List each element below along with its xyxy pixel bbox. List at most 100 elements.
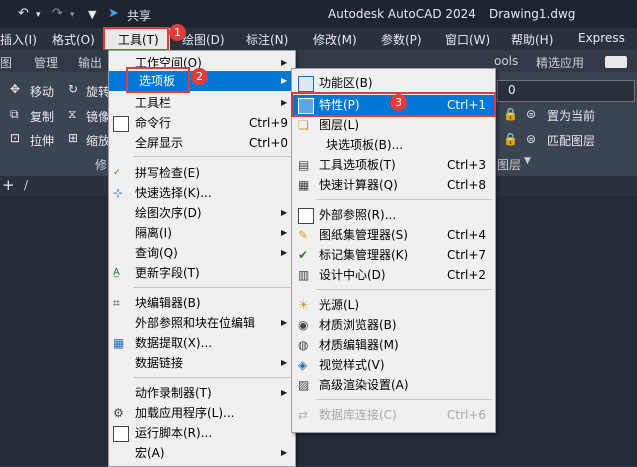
step-badge-1: 1 xyxy=(169,24,186,41)
menu-item-inquiry[interactable]: 查询(Q) ▶ xyxy=(109,243,295,263)
menu-item-data-extraction[interactable]: ▦ 数据提取(X)... xyxy=(109,333,295,353)
rotate-label[interactable]: 旋转 xyxy=(86,83,110,100)
submenu-item-markup-set-manager[interactable]: ✔ 标记集管理器(K) Ctrl+7 xyxy=(292,245,495,265)
move-label[interactable]: 移动 xyxy=(30,83,54,100)
ribbon-tab-tools[interactable]: ools xyxy=(494,54,518,68)
scale-icon[interactable]: ⊞ xyxy=(68,131,78,145)
menu-item-draw-order[interactable]: 绘图次序(D) ▶ xyxy=(109,203,295,223)
ribbon-tab-featured-apps[interactable]: 精选应用 xyxy=(536,54,584,71)
submenu-item-blocks-palette[interactable]: 块选项板(B)... xyxy=(292,135,495,155)
tool-palettes-icon: ▤ xyxy=(298,158,310,172)
mirror-label[interactable]: 镜像 xyxy=(86,108,110,125)
match-layer-label[interactable]: 匹配图层 xyxy=(547,132,595,149)
layer-panel-expand-icon[interactable]: ▼ xyxy=(524,156,531,166)
submenu-item-db-connect-label: 数据库连接(C) xyxy=(319,408,397,422)
menu-item-macro[interactable]: 宏(A) ▶ xyxy=(109,443,295,463)
submenu-item-layers[interactable]: ❏ 图层(L) xyxy=(292,115,495,135)
layer-current-value: 0 xyxy=(508,83,516,97)
stretch-icon[interactable]: ⊡ xyxy=(10,131,20,145)
menu-item-command-line[interactable]: 命令行 Ctrl+9 xyxy=(109,113,295,133)
submenu-arrow-icon: ▶ xyxy=(281,98,288,107)
submenu-item-design-center[interactable]: ▥ 设计中心(D) Ctrl+2 xyxy=(292,265,495,285)
submenu-item-external-references[interactable]: 外部参照(R)... xyxy=(292,205,495,225)
layer-dropdown[interactable]: 0 xyxy=(497,80,635,102)
calculator-icon: ▦ xyxy=(298,178,310,192)
submenu-item-lights[interactable]: ☀ 光源(L) xyxy=(292,295,495,315)
rotate-icon[interactable]: ↻ xyxy=(68,82,78,96)
menu-parametric[interactable]: 参数(P) xyxy=(381,31,422,48)
menu-item-xref-inplace-edit-label: 外部参照和块在位编辑 xyxy=(135,316,256,330)
menu-item-clean-screen[interactable]: 全屏显示 Ctrl+0 xyxy=(109,133,295,153)
submenu-item-materials-editor[interactable]: ◍ 材质编辑器(M) xyxy=(292,335,495,355)
new-tab-plus-icon[interactable]: + xyxy=(2,176,15,194)
menu-item-load-application-label: 加载应用程序(L)... xyxy=(135,406,235,420)
menu-item-quick-select[interactable]: ⊹ 快速选择(K)... xyxy=(109,183,295,203)
submenu-arrow-icon: ▶ xyxy=(281,388,288,397)
redo-icon[interactable]: ↷ xyxy=(52,6,63,21)
scale-label[interactable]: 缩放 xyxy=(86,132,110,149)
undo-dropdown-icon[interactable]: ▾ xyxy=(36,10,41,20)
submenu-item-ribbon-label: 功能区(B) xyxy=(319,76,373,90)
menu-item-isolate[interactable]: 隔离(I) ▶ xyxy=(109,223,295,243)
redo-dropdown-icon[interactable]: ▾ xyxy=(70,10,75,20)
ribbon-tab-manage[interactable]: 管理 xyxy=(34,54,58,71)
ribbon-tab-drawing[interactable]: 图 xyxy=(0,54,12,71)
submenu-item-ribbon[interactable]: 功能区(B) xyxy=(292,73,495,93)
menu-express[interactable]: Express xyxy=(578,31,625,45)
menu-item-run-script[interactable]: 运行脚本(R)... xyxy=(109,423,295,443)
submenu-item-markup-set-manager-label: 标记集管理器(K) xyxy=(319,248,409,262)
shortcut-ctrl-3: Ctrl+3 xyxy=(447,158,487,172)
menu-item-block-editor[interactable]: ⌗ 块编辑器(B) xyxy=(109,293,295,313)
submenu-item-advanced-render[interactable]: ▨ 高级渲染设置(A) xyxy=(292,375,495,395)
menu-item-toolbars[interactable]: 工具栏 ▶ xyxy=(109,93,295,113)
menu-item-update-fields[interactable]: A̲ 更新字段(T) xyxy=(109,263,295,283)
block-editor-icon: ⌗ xyxy=(113,296,120,310)
submenu-item-quickcalc[interactable]: ▦ 快速计算器(Q) Ctrl+8 xyxy=(292,175,495,195)
move-icon[interactable]: ✥ xyxy=(10,82,20,96)
shortcut-ctrl-7: Ctrl+7 xyxy=(447,248,487,262)
share-label[interactable]: 共享 xyxy=(127,7,151,24)
undo-icon[interactable]: ↶ xyxy=(18,6,29,21)
copy-icon[interactable]: ⧉ xyxy=(10,107,19,122)
menu-draw[interactable]: 绘图(D) xyxy=(182,31,225,48)
quick-select-icon: ⊹ xyxy=(113,186,124,200)
ribbon-tab-output[interactable]: 输出 xyxy=(78,54,102,71)
palettes-submenu: 功能区(B) 特性(P) Ctrl+1 ❏ 图层(L) 块选项板(B)... ▤… xyxy=(291,68,496,433)
customize-qat-icon[interactable]: ▼ xyxy=(88,8,96,21)
menu-divider xyxy=(316,289,492,290)
file-tab-separator: / xyxy=(24,178,29,192)
share-icon[interactable]: ➤ xyxy=(108,6,119,21)
submenu-item-tool-palettes[interactable]: ▤ 工具选项板(T) Ctrl+3 xyxy=(292,155,495,175)
submenu-arrow-icon: ▶ xyxy=(281,448,288,457)
submenu-arrow-icon: ▶ xyxy=(281,58,288,67)
set-current-icon[interactable]: ⊜ xyxy=(526,107,536,121)
menu-item-load-application[interactable]: ⚙ 加载应用程序(L)... xyxy=(109,403,295,423)
step-badge-3: 3 xyxy=(390,94,407,111)
menu-item-quick-select-label: 快速选择(K)... xyxy=(135,186,212,200)
menu-help[interactable]: 帮助(H) xyxy=(511,31,553,48)
submenu-item-advanced-render-label: 高级渲染设置(A) xyxy=(319,378,409,392)
menu-item-xref-inplace-edit[interactable]: 外部参照和块在位编辑 ▶ xyxy=(109,313,295,333)
copy-label[interactable]: 复制 xyxy=(30,108,54,125)
submenu-item-sheet-set-manager[interactable]: ✎ 图纸集管理器(S) Ctrl+4 xyxy=(292,225,495,245)
menu-item-spell-check[interactable]: ✓ 拼写检查(E) xyxy=(109,163,295,183)
set-current-label[interactable]: 置为当前 xyxy=(547,107,595,124)
menu-item-data-links[interactable]: 数据链接 ▶ xyxy=(109,353,295,373)
match-layer-icon[interactable]: ⊜ xyxy=(526,132,536,146)
menu-format[interactable]: 格式(O) xyxy=(52,31,95,48)
menu-item-action-recorder[interactable]: 动作录制器(T) ▶ xyxy=(109,383,295,403)
menu-item-toolbars-label: 工具栏 xyxy=(135,96,172,110)
submenu-item-materials-browser[interactable]: ◉ 材质浏览器(B) xyxy=(292,315,495,335)
spell-check-icon: ✓ xyxy=(113,168,121,178)
menu-modify[interactable]: 修改(M) xyxy=(313,31,357,48)
menu-insert[interactable]: 插入(I) xyxy=(0,31,37,48)
submenu-item-visual-styles[interactable]: ◈ 视觉样式(V) xyxy=(292,355,495,375)
submenu-arrow-icon: ▶ xyxy=(281,248,288,257)
menu-window[interactable]: 窗口(W) xyxy=(445,31,490,48)
menu-dimension[interactable]: 标注(N) xyxy=(246,31,288,48)
submenu-arrow-icon: ▶ xyxy=(281,318,288,327)
mirror-icon[interactable]: ⧖ xyxy=(68,107,76,122)
ribbon-toggle-button[interactable] xyxy=(605,56,627,68)
stretch-label[interactable]: 拉伸 xyxy=(30,132,54,149)
submenu-item-materials-editor-label: 材质编辑器(M) xyxy=(319,338,399,352)
